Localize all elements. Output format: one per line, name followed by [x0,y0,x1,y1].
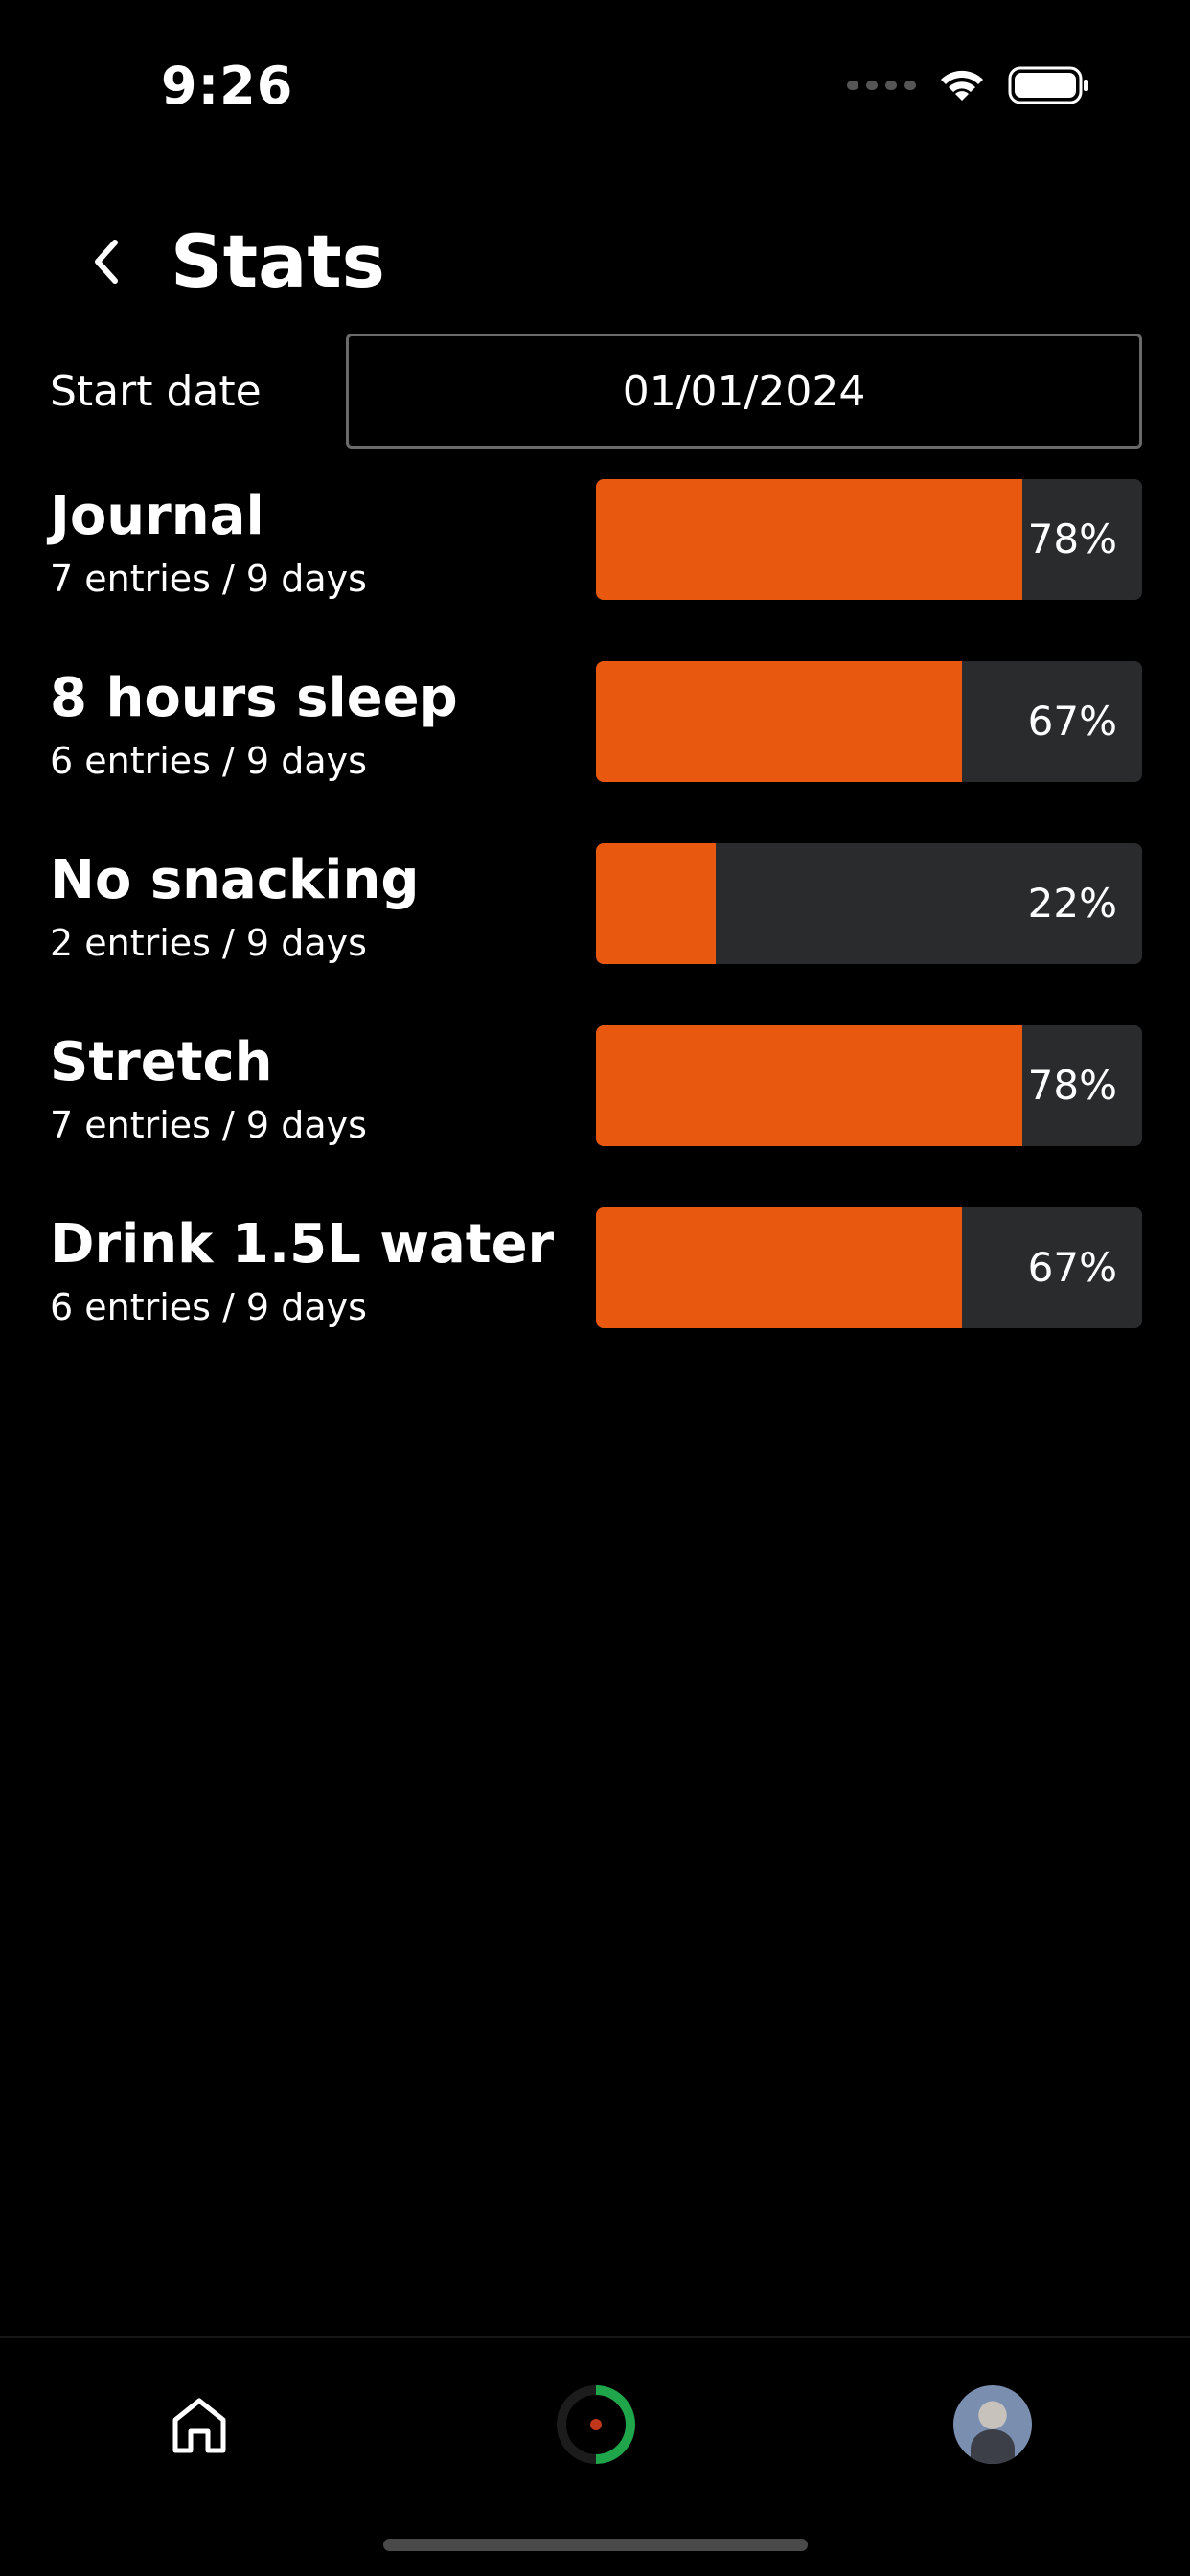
habit-name: No snacking [50,849,420,911]
battery-icon [1008,66,1088,104]
habit-entries: 2 entries / 9 days [50,922,367,964]
page-title: Stats [171,218,385,304]
habit-name: Journal [50,485,264,547]
start-date-input[interactable] [346,334,1142,448]
start-date-label: Start date [50,366,262,416]
habit-name: Stretch [50,1031,273,1093]
habit-row: Journal 7 entries / 9 days 78% [50,479,1142,600]
habit-progress-bar: 78% [596,1025,1142,1146]
habit-entries: 6 entries / 9 days [50,740,367,782]
stats-screen: 9:26 Stats Start date Journal 7 entries /… [0,0,1190,2576]
habit-percent: 67% [1027,1244,1117,1291]
progress-ring-icon [557,2385,635,2464]
start-date-row: Start date [50,334,1142,448]
habit-progress-fill [596,661,962,782]
habit-percent: 67% [1027,698,1117,745]
habit-progress-fill [596,843,717,964]
habit-row: Drink 1.5L water 6 entries / 9 days 67% [50,1208,1142,1328]
profile-nav-button[interactable] [945,2377,1041,2472]
habit-entries: 7 entries / 9 days [50,1104,367,1146]
habit-progress-fill [596,1025,1022,1146]
habit-percent: 22% [1027,880,1117,927]
habit-percent: 78% [1027,516,1117,563]
status-icons [847,65,1090,105]
home-indicator [383,2539,808,2551]
habit-progress-bar: 78% [596,479,1142,600]
habit-row: Stretch 7 entries / 9 days 78% [50,1025,1142,1146]
habit-entries: 6 entries / 9 days [50,1286,367,1328]
chevron-left-icon [95,239,118,284]
habit-list: Journal 7 entries / 9 days 78% 8 hours slee… [50,479,1142,1390]
back-button[interactable] [86,223,138,300]
habit-name: 8 hours sleep [50,667,458,729]
avatar [953,2385,1032,2464]
habit-progress-fill [596,1208,962,1328]
habit-row: 8 hours sleep 6 entries / 9 days 67% [50,661,1142,782]
habit-row: No snacking 2 entries / 9 days 22% [50,843,1142,964]
header: Stats [86,218,385,304]
habit-entries: 7 entries / 9 days [50,558,367,600]
habit-percent: 78% [1027,1062,1117,1109]
habit-progress-bar: 22% [596,843,1142,964]
status-time: 9:26 [161,56,294,116]
habit-name: Drink 1.5L water [50,1213,555,1276]
habit-progress-bar: 67% [596,661,1142,782]
habit-progress-fill [596,479,1022,600]
wifi-icon [941,70,983,101]
cellular-signal-icon [847,80,916,90]
progress-nav-button[interactable] [548,2377,644,2472]
home-icon [172,2398,226,2453]
habit-progress-bar: 67% [596,1208,1142,1328]
home-nav-button[interactable] [151,2377,247,2472]
